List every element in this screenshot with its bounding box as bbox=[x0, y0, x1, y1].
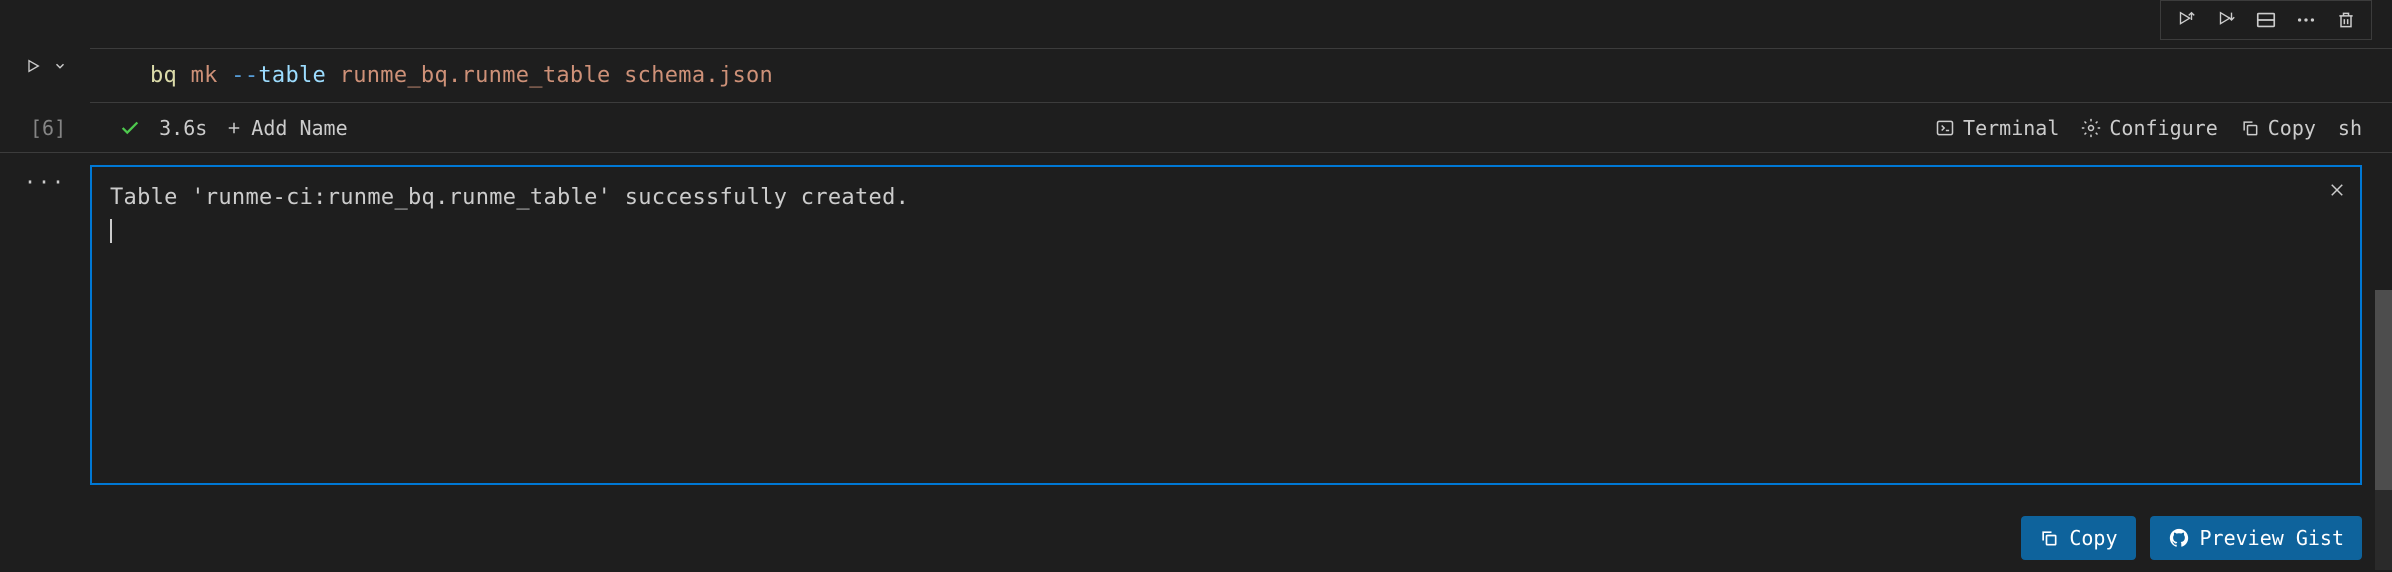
copy-output-label: Copy bbox=[2069, 526, 2117, 550]
terminal-button[interactable]: Terminal bbox=[1935, 116, 2059, 140]
code-token-flag-name: table bbox=[258, 63, 326, 88]
cell-toolbar bbox=[2160, 0, 2372, 40]
cell-gutter bbox=[0, 48, 90, 84]
code-token-sub: mk bbox=[191, 63, 218, 88]
terminal-label: Terminal bbox=[1963, 116, 2059, 140]
output-more-button[interactable]: ··· bbox=[24, 170, 66, 485]
output-gutter: ··· bbox=[0, 165, 90, 485]
scrollbar-thumb[interactable] bbox=[2375, 290, 2392, 490]
execution-duration: 3.6s bbox=[159, 116, 207, 140]
cell-status-bar: [6] 3.6s Add Name Terminal bbox=[0, 103, 2392, 153]
code-token-flag-dashes: -- bbox=[231, 63, 258, 88]
output-text: Table 'runme-ci:runme_bq.runme_table' su… bbox=[110, 181, 2342, 214]
chevron-down-icon[interactable] bbox=[53, 59, 67, 73]
more-actions-button[interactable] bbox=[2286, 4, 2326, 36]
close-output-button[interactable] bbox=[2328, 181, 2346, 199]
delete-cell-button[interactable] bbox=[2326, 4, 2366, 36]
output-terminal[interactable]: Table 'runme-ci:runme_bq.runme_table' su… bbox=[90, 165, 2362, 485]
output-section: ··· Table 'runme-ci:runme_bq.runme_table… bbox=[0, 153, 2392, 497]
copy-code-button[interactable]: Copy bbox=[2240, 116, 2316, 140]
copy-label: Copy bbox=[2268, 116, 2316, 140]
configure-label: Configure bbox=[2109, 116, 2217, 140]
configure-button[interactable]: Configure bbox=[2081, 116, 2217, 140]
execution-count: [6] bbox=[30, 116, 66, 140]
split-panel-button[interactable] bbox=[2246, 4, 2286, 36]
code-editor[interactable]: bq mk --table runme_bq.runme_table schem… bbox=[90, 48, 2392, 103]
run-below-button[interactable] bbox=[2206, 4, 2246, 36]
add-name-label: Add Name bbox=[251, 116, 347, 140]
code-cell: bq mk --table runme_bq.runme_table schem… bbox=[0, 0, 2392, 103]
code-token-arg2: schema.json bbox=[624, 63, 773, 88]
code-token-cmd: bq bbox=[150, 63, 177, 88]
run-above-button[interactable] bbox=[2166, 4, 2206, 36]
success-check-icon bbox=[119, 117, 141, 139]
scrollbar[interactable] bbox=[2375, 290, 2392, 570]
add-name-button[interactable]: Add Name bbox=[225, 116, 347, 140]
copy-output-button[interactable]: Copy bbox=[2021, 516, 2135, 560]
language-label[interactable]: sh bbox=[2338, 116, 2362, 140]
output-actions: Copy Preview Gist bbox=[2021, 516, 2362, 560]
preview-gist-label: Preview Gist bbox=[2200, 526, 2345, 550]
terminal-cursor bbox=[110, 219, 112, 243]
code-token-arg1: runme_bq.runme_table bbox=[340, 63, 611, 88]
run-cell-button[interactable] bbox=[25, 58, 41, 74]
preview-gist-button[interactable]: Preview Gist bbox=[2150, 516, 2363, 560]
